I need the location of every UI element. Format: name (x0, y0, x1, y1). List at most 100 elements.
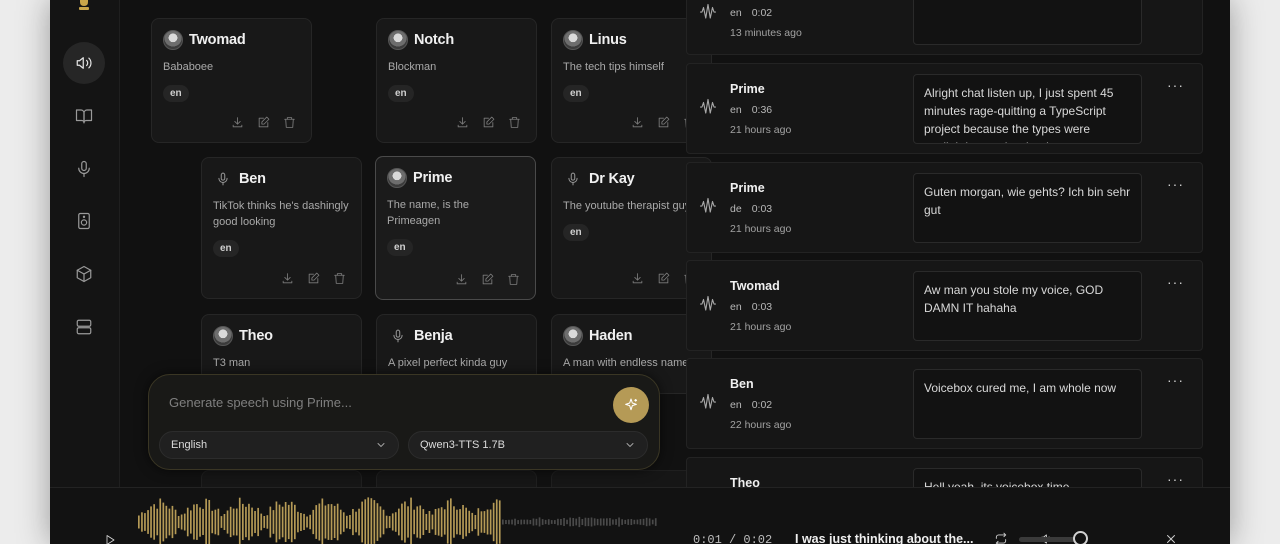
voice-card[interactable]: Notch Blockman en (376, 18, 537, 143)
history-duration: 0:03 (751, 203, 773, 215)
edit-button[interactable] (307, 272, 321, 286)
waveform-bar (141, 512, 143, 532)
language-select-value: English (171, 439, 208, 451)
edit-icon (308, 272, 320, 284)
more-options-button[interactable]: ··· (1167, 472, 1184, 486)
generate-composer: English Qwen3-TTS 1.7B (148, 374, 660, 470)
waveform-bar (651, 519, 654, 525)
sidebar-item-server[interactable] (63, 306, 105, 348)
voice-name: Twomad (189, 32, 246, 48)
download-button[interactable] (631, 272, 645, 286)
waveform-bar (514, 518, 516, 526)
waveform-bar (312, 509, 315, 535)
voice-card[interactable]: Twomad Bababoee en (151, 18, 312, 143)
voice-card[interactable]: Ben TikTok thinks he's dashingly good lo… (201, 157, 362, 299)
waveform-bar (245, 506, 247, 538)
edit-button[interactable] (657, 116, 671, 130)
voice-name: Linus (589, 32, 627, 48)
volume-slider-thumb[interactable] (1073, 531, 1088, 544)
waveform-bar (404, 501, 406, 543)
more-options-button[interactable]: ··· (1167, 373, 1184, 387)
history-item[interactable]: Prime en 0:36 21 hours ago Alright chat l… (686, 63, 1203, 154)
waveform-bar (180, 514, 183, 530)
waveform-bar (269, 506, 272, 538)
history-duration: 0:02 (751, 399, 773, 411)
waveform-bar (596, 518, 599, 526)
edit-button[interactable] (657, 272, 671, 286)
language-select[interactable]: English (159, 431, 399, 459)
voice-description: TikTok thinks he's dashingly good lookin… (213, 200, 349, 228)
waveform-bar (248, 503, 250, 541)
waveform-bar (226, 510, 229, 534)
waveform-bar (456, 509, 458, 535)
microphone-icon (213, 169, 233, 189)
generate-text-input[interactable] (169, 395, 589, 410)
app-logo-icon (79, 0, 89, 10)
history-item[interactable]: Prime de 0:03 21 hours ago Guten morgan, … (686, 162, 1203, 253)
waveform-bar (627, 519, 630, 525)
history-text: Guten morgan, wie gehts? Ich bin sehr gu… (913, 173, 1142, 243)
waveform-bar (327, 504, 330, 540)
waveform-bar (602, 518, 605, 526)
waveform-bar (330, 504, 333, 540)
history-item[interactable]: en 0:02 13 minutes ago (686, 0, 1203, 55)
waveform-bar (431, 514, 434, 530)
waveform-bar (511, 519, 513, 525)
close-player-button[interactable] (1164, 532, 1180, 544)
delete-button[interactable] (508, 116, 522, 130)
sidebar-item-docs[interactable] (63, 95, 105, 137)
waveform-bar (483, 511, 486, 533)
download-button[interactable] (631, 116, 645, 130)
history-lang: en (730, 399, 742, 411)
microphone-icon (563, 169, 583, 189)
edit-button[interactable] (482, 116, 496, 130)
download-button[interactable] (281, 272, 295, 286)
history-item[interactable]: Ben en 0:02 22 hours ago Voicebox cured m… (686, 358, 1203, 449)
download-button[interactable] (455, 273, 469, 287)
repeat-button[interactable] (994, 532, 1010, 544)
waveform-bar (205, 498, 207, 544)
more-options-button[interactable]: ··· (1167, 78, 1184, 92)
generate-button[interactable] (613, 387, 649, 423)
waveform-scrubber[interactable] (138, 494, 658, 544)
waveform-bar (199, 507, 201, 537)
waveform-bar (290, 501, 293, 543)
delete-button[interactable] (507, 273, 521, 287)
waveform-bar (391, 513, 394, 531)
waveform-bar (569, 517, 571, 527)
waveform-bar (544, 519, 547, 525)
waveform-bar (407, 506, 409, 538)
play-button[interactable] (104, 533, 118, 544)
waveform-bar (550, 520, 553, 524)
sidebar-item-record[interactable] (63, 148, 105, 190)
waveform-bar (193, 504, 195, 540)
waveform-bar (278, 504, 281, 540)
history-item[interactable]: Twomad en 0:03 21 hours ago Aw man you st… (686, 260, 1203, 351)
sidebar-item-models[interactable] (63, 253, 105, 295)
waveform-bar (309, 514, 311, 530)
waveform-bar (609, 518, 611, 526)
waveform-bar (566, 519, 568, 525)
waveform-bar (505, 520, 507, 524)
waveform-bar (342, 512, 345, 532)
sidebar-item-voices[interactable] (63, 42, 105, 84)
model-select[interactable]: Qwen3-TTS 1.7B (408, 431, 648, 459)
more-options-button[interactable]: ··· (1167, 275, 1184, 289)
download-button[interactable] (231, 116, 245, 130)
delete-button[interactable] (283, 116, 297, 130)
delete-button[interactable] (333, 272, 347, 286)
waveform-bar (242, 503, 244, 540)
waveform-bar (645, 517, 648, 527)
waveform-bar (468, 510, 471, 534)
more-options-button[interactable]: ··· (1167, 177, 1184, 191)
waveform-bar (275, 501, 278, 543)
waveform-bar (633, 519, 636, 525)
waveform-bar (425, 514, 428, 530)
edit-button[interactable] (481, 273, 495, 287)
edit-button[interactable] (257, 116, 271, 130)
voice-card-selected[interactable]: Prime The name, is the Primeagen en (375, 156, 536, 300)
download-button[interactable] (456, 116, 470, 130)
voices-grid: Twomad Bababoee en Notch Blockman en Lin… (120, 0, 712, 500)
waveform-bar (162, 502, 165, 542)
sidebar-item-audio[interactable] (63, 200, 105, 242)
